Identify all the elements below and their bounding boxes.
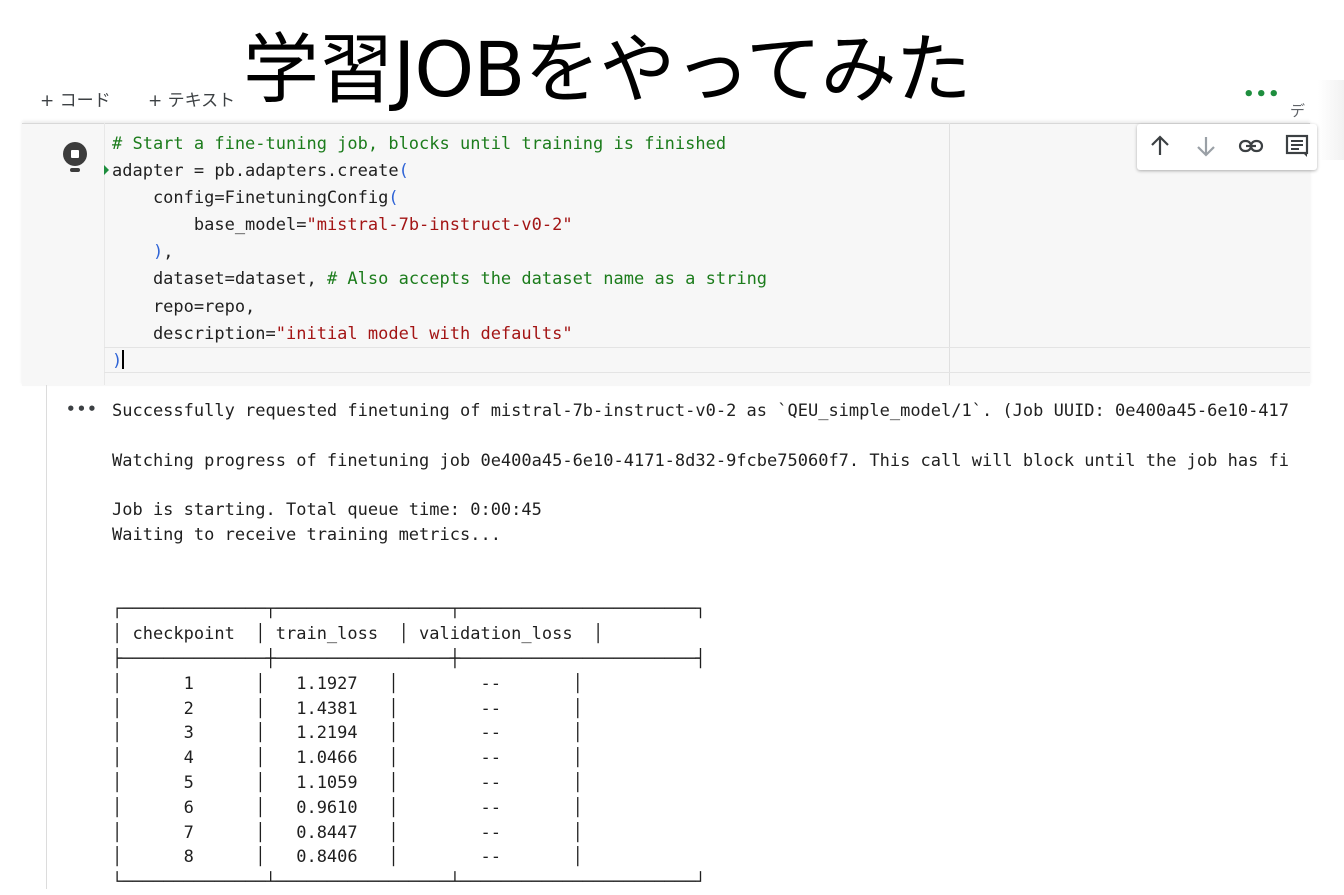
table-separator: ├──────────────┼─────────────────┼──────… <box>112 648 706 669</box>
code-line: repo=repo, <box>112 296 256 317</box>
clipped-label: デ <box>1290 102 1306 120</box>
execution-marker-icon <box>104 165 109 175</box>
panel-edge <box>1318 80 1344 160</box>
table-row: │ 8 │ 0.8406 │ -- │ <box>112 847 583 868</box>
output-line: Successfully requested finetuning of mis… <box>112 401 1290 421</box>
code-line: description="initial model with defaults… <box>112 323 573 344</box>
code-line: dataset=dataset, # Also accepts the data… <box>112 269 768 290</box>
stop-execution-button[interactable] <box>63 142 87 166</box>
arrow-down-icon[interactable] <box>1192 132 1220 160</box>
table-header: │ checkpoint │ train_loss │ validation_l… <box>112 624 604 645</box>
code-line: ) <box>112 349 124 371</box>
slide-title: 学習JOBをやってみた <box>243 25 972 114</box>
more-options-button[interactable]: ••• <box>1243 84 1281 105</box>
code-line: adapter = pb.adapters.create( <box>112 161 409 182</box>
output-line: Waiting to receive training metrics... <box>112 524 501 545</box>
link-icon[interactable] <box>1237 132 1265 160</box>
table-row: │ 1 │ 1.1927 │ -- │ <box>112 673 583 694</box>
table-row: │ 2 │ 1.4381 │ -- │ <box>112 698 583 719</box>
comment-icon[interactable] <box>1283 132 1311 160</box>
table-border-top: ┌──────────────┬─────────────────┬──────… <box>112 599 706 620</box>
code-line: ), <box>152 242 174 263</box>
table-row: │ 3 │ 1.2194 │ -- │ <box>112 723 583 744</box>
table-border-bottom: └──────────────┴─────────────────┴──────… <box>112 872 706 893</box>
table-row: │ 5 │ 1.1059 │ -- │ <box>112 772 583 793</box>
table-row: │ 7 │ 0.8447 │ -- │ <box>112 822 583 843</box>
cell-toolbar <box>1137 124 1317 170</box>
code-line: # Start a fine-tuning job, blocks until … <box>112 134 727 154</box>
cell-output: Successfully requested finetuning of mis… <box>112 399 1289 895</box>
ruler-divider <box>949 123 950 385</box>
code-line: config=FinetuningConfig( <box>112 188 399 209</box>
text-cursor <box>122 349 124 369</box>
add-code-button[interactable]: + コード <box>40 86 111 111</box>
output-line: Job is starting. Total queue time: 0:00:… <box>112 500 542 521</box>
table-row: │ 4 │ 1.0466 │ -- │ <box>112 748 583 769</box>
table-row: │ 6 │ 0.9610 │ -- │ <box>112 797 583 818</box>
running-indicator <box>70 168 80 172</box>
arrow-up-icon[interactable] <box>1146 132 1174 160</box>
stop-icon <box>71 150 79 158</box>
output-line: Watching progress of finetuning job 0e40… <box>112 450 1290 471</box>
add-text-button[interactable]: + テキスト <box>148 86 235 111</box>
code-line: base_model="mistral-7b-instruct-v0-2" <box>112 215 573 236</box>
output-left-rule <box>46 385 47 889</box>
code-editor[interactable]: # Start a fine-tuning job, blocks until … <box>112 131 767 375</box>
editor-gutter-line <box>104 123 105 385</box>
output-more-button[interactable]: ••• <box>66 400 98 418</box>
